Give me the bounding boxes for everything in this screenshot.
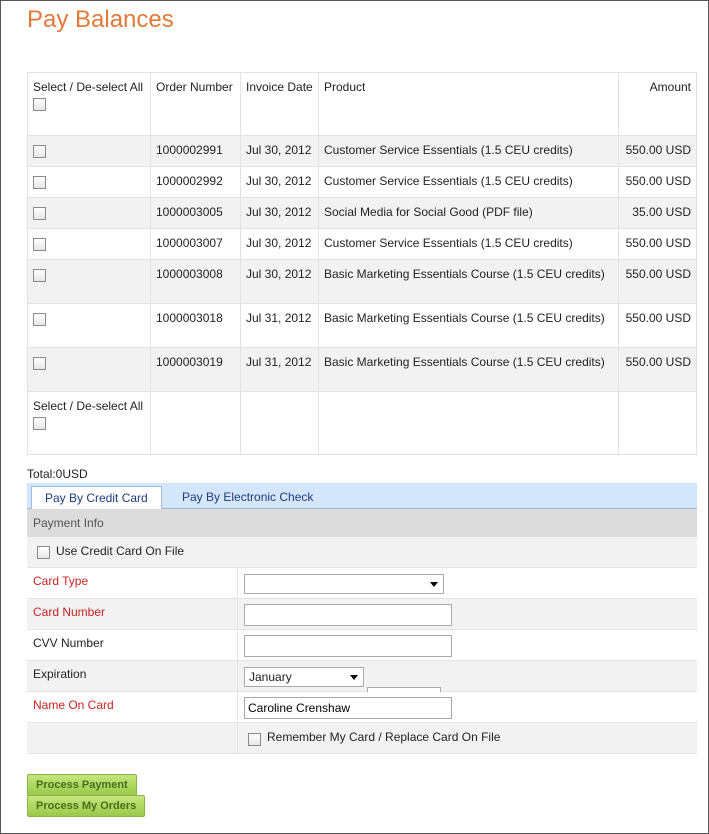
- card-type-label: Card Type: [33, 574, 89, 588]
- name-on-card-label: Name On Card: [33, 698, 114, 712]
- row-checkbox[interactable]: [33, 176, 46, 190]
- table-row: 1000003018 Jul 31, 2012 Basic Marketing …: [27, 303, 697, 348]
- invoice-date: Jul 30, 2012: [240, 166, 319, 198]
- tab-credit-card[interactable]: Pay By Credit Card: [31, 486, 162, 510]
- payment-tabs: Pay By Credit Card Pay By Electronic Che…: [27, 483, 697, 510]
- select-all-checkbox[interactable]: [33, 417, 46, 431]
- cvv-row: CVV Number: [27, 630, 697, 661]
- select-all-label: Select / De-select All: [33, 399, 144, 413]
- tab-electronic-check[interactable]: Pay By Electronic Check: [169, 486, 326, 508]
- card-type-row: Card Type: [27, 568, 697, 599]
- row-checkbox[interactable]: [33, 238, 46, 252]
- row-checkbox[interactable]: [33, 145, 46, 159]
- invoice-date: Jul 30, 2012: [240, 135, 319, 167]
- cvv-label: CVV Number: [33, 636, 104, 650]
- chevron-down-icon: [430, 582, 438, 587]
- order-number: 1000003005: [150, 197, 241, 229]
- amount: 550.00 USD: [618, 228, 697, 260]
- product: Customer Service Essentials (1.5 CEU cre…: [318, 135, 619, 167]
- product: Customer Service Essentials (1.5 CEU cre…: [318, 166, 619, 198]
- card-number-row: Card Number: [27, 599, 697, 630]
- use-card-on-file-row: Use Credit Card On File: [27, 537, 697, 568]
- header-order: Order Number: [150, 72, 241, 136]
- product: Customer Service Essentials (1.5 CEU cre…: [318, 228, 619, 260]
- invoice-date: Jul 31, 2012: [240, 347, 319, 392]
- order-number: 1000002992: [150, 166, 241, 198]
- card-number-label: Card Number: [33, 605, 106, 619]
- name-on-card-row: Name On Card: [27, 692, 697, 723]
- expiration-month-select[interactable]: January: [244, 667, 364, 687]
- table-row: 1000002991 Jul 30, 2012 Customer Service…: [27, 135, 697, 167]
- table-row: 1000003005 Jul 30, 2012 Social Media for…: [27, 197, 697, 229]
- use-card-on-file-checkbox[interactable]: [37, 546, 50, 559]
- total-amount: Total:0USD: [27, 467, 88, 481]
- chevron-down-icon: [350, 675, 358, 680]
- row-checkbox[interactable]: [33, 357, 46, 371]
- table-row: 1000003019 Jul 31, 2012 Basic Marketing …: [27, 347, 697, 392]
- order-number: 1000003019: [150, 347, 241, 392]
- row-checkbox[interactable]: [33, 313, 46, 327]
- amount: 35.00 USD: [618, 197, 697, 229]
- remember-card-label: Remember My Card / Replace Card On File: [267, 730, 501, 744]
- page-title: Pay Balances: [27, 6, 174, 33]
- order-number: 1000003008: [150, 259, 241, 304]
- order-number: 1000003018: [150, 303, 241, 348]
- orders-table: Select / De-select All Order Number Invo…: [27, 72, 697, 455]
- amount: 550.00 USD: [618, 347, 697, 392]
- name-on-card-input[interactable]: [244, 697, 452, 719]
- amount: 550.00 USD: [618, 166, 697, 198]
- header-amount: Amount: [618, 72, 697, 136]
- table-row: 1000002992 Jul 30, 2012 Customer Service…: [27, 166, 697, 198]
- section-payment-info: Payment Info: [27, 509, 697, 537]
- remember-card-checkbox[interactable]: [248, 733, 261, 746]
- product: Basic Marketing Essentials Course (1.5 C…: [318, 259, 619, 304]
- use-card-on-file-label: Use Credit Card On File: [56, 544, 185, 558]
- row-checkbox[interactable]: [33, 207, 46, 221]
- row-checkbox[interactable]: [33, 269, 46, 283]
- header-product: Product: [318, 72, 619, 136]
- select-all-checkbox[interactable]: [33, 98, 46, 112]
- invoice-date: Jul 30, 2012: [240, 228, 319, 260]
- order-number: 1000003007: [150, 228, 241, 260]
- process-orders-button[interactable]: Process My Orders: [27, 795, 146, 817]
- invoice-date: Jul 30, 2012: [240, 259, 319, 304]
- amount: 550.00 USD: [618, 303, 697, 348]
- table-header: Select / De-select All Order Number Invo…: [27, 72, 697, 136]
- amount: 550.00 USD: [618, 259, 697, 304]
- header-date: Invoice Date: [240, 72, 319, 136]
- remember-card-row: Remember My Card / Replace Card On File: [27, 723, 697, 754]
- card-number-input[interactable]: [244, 604, 452, 626]
- invoice-date: Jul 30, 2012: [240, 197, 319, 229]
- product: Basic Marketing Essentials Course (1.5 C…: [318, 347, 619, 392]
- cvv-input[interactable]: [244, 635, 452, 657]
- select-all-label: Select / De-select All: [33, 80, 144, 94]
- payment-form: Payment Info Use Credit Card On File Car…: [27, 509, 697, 754]
- product: Social Media for Social Good (PDF file): [318, 197, 619, 229]
- expiration-row: Expiration January 2012: [27, 661, 697, 707]
- expiration-label: Expiration: [33, 667, 87, 681]
- amount: 550.00 USD: [618, 135, 697, 167]
- invoice-date: Jul 31, 2012: [240, 303, 319, 348]
- card-type-select[interactable]: [244, 574, 444, 594]
- product: Basic Marketing Essentials Course (1.5 C…: [318, 303, 619, 348]
- table-footer: Select / De-select All: [27, 391, 697, 455]
- order-number: 1000002991: [150, 135, 241, 167]
- process-payment-button[interactable]: Process Payment: [27, 774, 137, 796]
- table-row: 1000003008 Jul 30, 2012 Basic Marketing …: [27, 259, 697, 304]
- table-row: 1000003007 Jul 30, 2012 Customer Service…: [27, 228, 697, 260]
